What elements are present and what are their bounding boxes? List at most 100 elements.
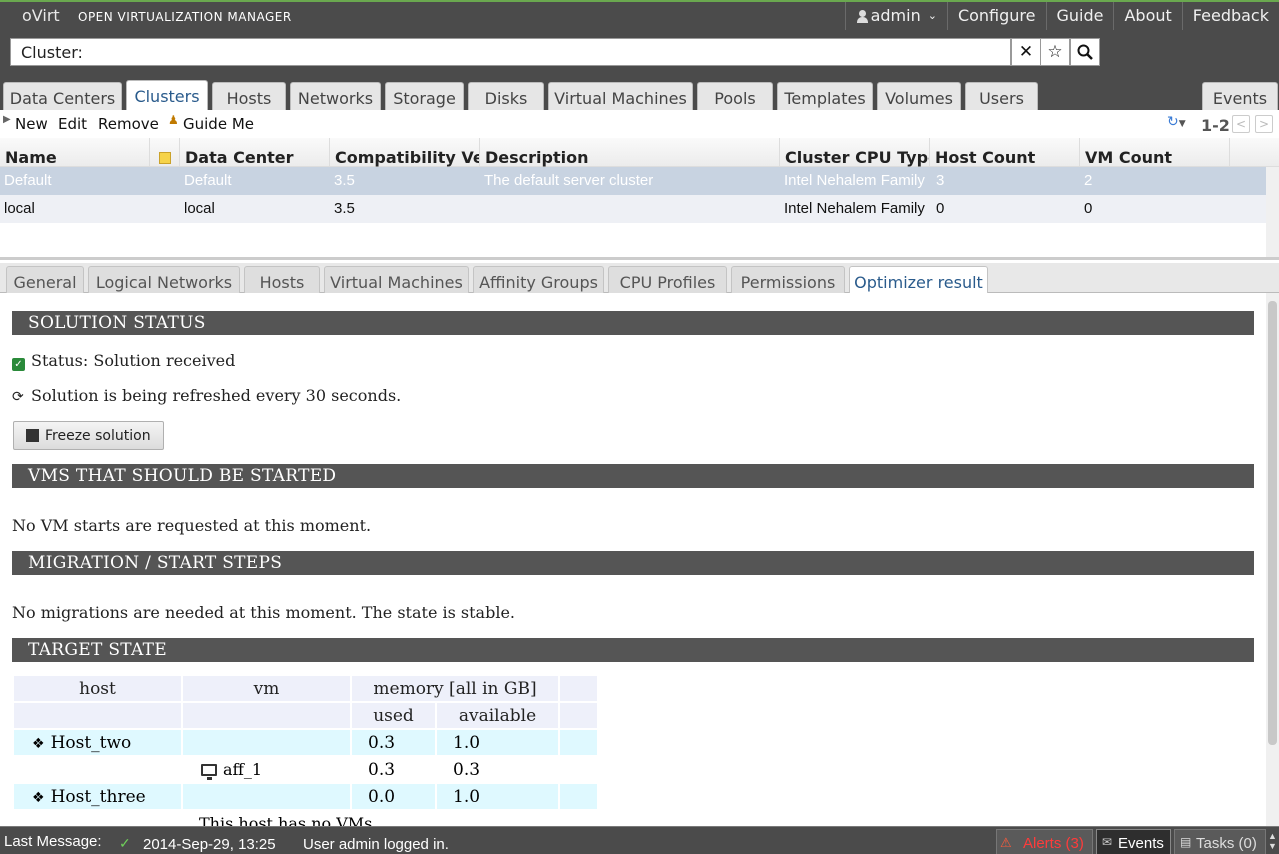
grid-scrollbar[interactable]: [1266, 167, 1279, 257]
host-cell: ❖ Host_two: [14, 730, 181, 755]
search-button[interactable]: [1070, 38, 1100, 66]
subtab-optimizer-result[interactable]: Optimizer result: [849, 266, 988, 294]
subtab-permissions[interactable]: Permissions: [731, 266, 845, 293]
scroll-thumb[interactable]: [1268, 301, 1277, 745]
subtab-cpu-profiles[interactable]: CPU Profiles: [608, 266, 727, 293]
refresh-text: Solution is being refreshed every 30 sec…: [31, 386, 402, 405]
host-used: 0.3: [352, 730, 435, 755]
events-button[interactable]: ✉ Events: [1096, 829, 1171, 854]
table-row: aff_1 0.3 0.3: [14, 757, 597, 782]
section-target-state: TARGET STATE: [12, 638, 1254, 662]
status-text: Status: Solution received: [31, 351, 236, 370]
next-page-button[interactable]: >: [1255, 115, 1273, 133]
alerts-button[interactable]: ⚠ Alerts (3): [996, 829, 1093, 854]
tab-disks[interactable]: Disks: [468, 82, 544, 110]
col-description[interactable]: Description: [480, 138, 780, 167]
events-label: Events: [1118, 835, 1164, 852]
migration-text: No migrations are needed at this moment.…: [12, 603, 515, 622]
host-cluster-icon: ❖: [32, 789, 45, 806]
search-icon: [1077, 44, 1093, 60]
configure-link[interactable]: Configure: [946, 2, 1046, 30]
search-input[interactable]: [10, 38, 1011, 66]
col-name[interactable]: Name: [0, 138, 150, 167]
tab-events[interactable]: Events: [1202, 82, 1278, 110]
cell-vms: 0: [1084, 200, 1093, 217]
subtab-logical-networks[interactable]: Logical Networks: [88, 266, 240, 293]
last-message-text: User admin logged in.: [303, 836, 449, 853]
subtab-hosts[interactable]: Hosts: [244, 266, 320, 293]
events-icon: ✉: [1102, 835, 1113, 849]
col-host: host: [14, 676, 181, 701]
subtab-general[interactable]: General: [6, 266, 84, 293]
tasks-label: Tasks (0): [1196, 835, 1257, 852]
subtab-affinity-groups[interactable]: Affinity Groups: [473, 266, 604, 293]
host-name: Host_two: [50, 732, 132, 753]
tab-virtual-machines[interactable]: Virtual Machines: [548, 82, 693, 110]
status-footer: Last Message: ✓ 2014-Sep-29, 13:25 User …: [0, 826, 1279, 854]
table-row[interactable]: Default Default 3.5 The default server c…: [0, 167, 1266, 195]
col-vm-count[interactable]: VM Count: [1080, 138, 1230, 167]
alerts-label: Alerts (3): [1023, 835, 1084, 852]
host-cell: ❖ Host_three: [14, 784, 181, 809]
top-header: oVirt OPEN VIRTUALIZATION MANAGER admin …: [0, 0, 1279, 30]
tab-clusters[interactable]: Clusters: [126, 80, 208, 110]
user-menu[interactable]: admin ⌄: [844, 2, 947, 30]
tab-templates[interactable]: Templates: [777, 82, 873, 110]
tab-pools[interactable]: Pools: [697, 82, 773, 110]
star-icon: ☆: [1047, 42, 1063, 61]
cell-compat: 3.5: [334, 172, 355, 189]
host-cluster-icon: ❖: [32, 735, 45, 752]
table-row[interactable]: local local 3.5 Intel Nehalem Family 0 0: [0, 195, 1266, 223]
cell-cpu: Intel Nehalem Family: [784, 200, 925, 217]
footer-resize-handle[interactable]: ▲ ▼: [1266, 831, 1279, 851]
tab-users[interactable]: Users: [965, 82, 1038, 110]
brand-logo: oVirt: [22, 6, 60, 25]
col-used: used: [352, 703, 435, 728]
tab-storage[interactable]: Storage: [385, 82, 464, 110]
table-row: ❖ Host_two 0.3 1.0: [14, 730, 597, 755]
refresh-line: ⟳ Solution is being refreshed every 30 se…: [12, 386, 401, 405]
sub-tabs: General Logical Networks Hosts Virtual M…: [0, 263, 1279, 294]
new-button[interactable]: New: [15, 115, 48, 133]
freeze-label: Freeze solution: [45, 427, 151, 444]
checkbox-checked-icon: ✓: [12, 358, 25, 371]
cell-vms: 2: [1084, 172, 1093, 189]
about-link[interactable]: About: [1113, 2, 1181, 30]
feedback-link[interactable]: Feedback: [1181, 2, 1279, 30]
col-host-count[interactable]: Host Count: [930, 138, 1080, 167]
refresh-icon[interactable]: ↻▼: [1167, 114, 1186, 130]
section-migration: MIGRATION / START STEPS: [12, 551, 1254, 575]
guide-link[interactable]: Guide: [1045, 2, 1114, 30]
target-state-table: host vm memory [all in GB] used availabl…: [12, 674, 599, 826]
col-compat-version[interactable]: Compatibility Version: [330, 138, 480, 167]
edit-button[interactable]: Edit: [58, 115, 87, 133]
clear-search-button[interactable]: ✕: [1011, 38, 1041, 66]
col-comment[interactable]: [150, 138, 180, 167]
tasks-button[interactable]: ▤ Tasks (0): [1174, 829, 1266, 854]
grid-header: Name Data Center Compatibility Version D…: [0, 138, 1279, 167]
subtab-virtual-machines[interactable]: Virtual Machines: [324, 266, 469, 293]
status-line: ✓ Status: Solution received: [12, 351, 235, 371]
tab-volumes[interactable]: Volumes: [877, 82, 961, 110]
tab-hosts[interactable]: Hosts: [212, 82, 286, 110]
tab-data-centers[interactable]: Data Centers: [3, 82, 122, 110]
comment-icon: [159, 152, 171, 164]
prev-page-button[interactable]: <: [1232, 115, 1250, 133]
col-available: available: [437, 703, 558, 728]
monitor-icon: [201, 763, 217, 780]
remove-button[interactable]: Remove: [98, 115, 159, 133]
col-memory: memory [all in GB]: [352, 676, 558, 701]
expand-arrow-icon[interactable]: ▶: [3, 114, 11, 125]
close-icon: ✕: [1018, 42, 1034, 61]
bookmark-button[interactable]: ☆: [1040, 38, 1070, 66]
tab-networks[interactable]: Networks: [290, 82, 381, 110]
host-available: 1.0: [437, 784, 558, 809]
freeze-solution-button[interactable]: Freeze solution: [13, 421, 164, 450]
col-data-center[interactable]: Data Center: [180, 138, 330, 167]
table-row: This host has no VMs: [14, 811, 597, 826]
alert-icon: ⚠: [1000, 835, 1012, 850]
col-cpu-type[interactable]: Cluster CPU Type: [780, 138, 930, 167]
table-row: ❖ Host_three 0.0 1.0: [14, 784, 597, 809]
detail-scrollbar[interactable]: [1266, 293, 1279, 826]
guide-me-button[interactable]: Guide Me: [183, 115, 254, 133]
